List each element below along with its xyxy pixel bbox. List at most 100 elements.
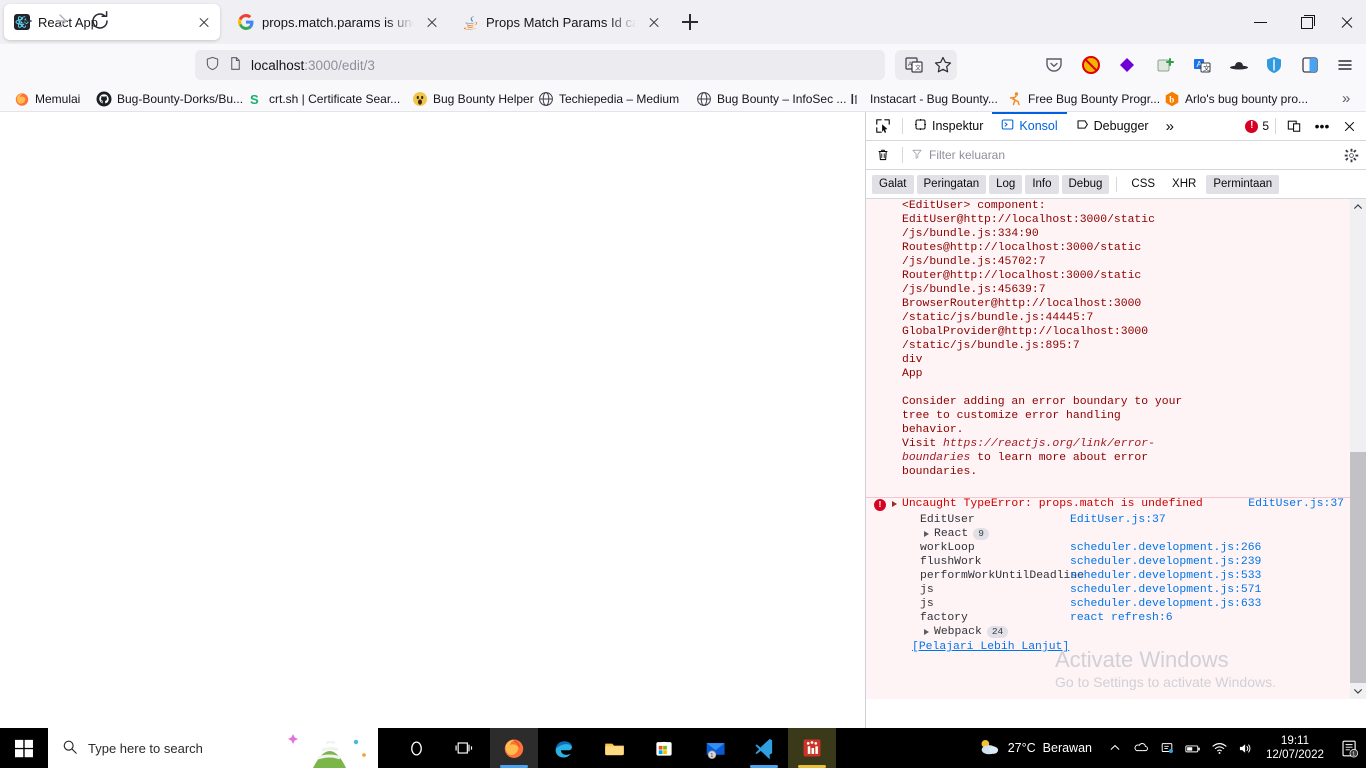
volume-icon[interactable] (1232, 728, 1258, 768)
file-explorer-icon[interactable] (590, 728, 638, 768)
bookmark-item-crtsh[interactable]: S crt.sh | Certificate Sear... (244, 87, 404, 111)
vscode-icon[interactable] (740, 728, 788, 768)
bookmark-item-techiepedia[interactable]: Techiepedia – Medium (534, 87, 683, 111)
browser-tab-props-match-params[interactable]: props.match.params is undefined (228, 4, 448, 40)
bookmark-item-free-bug-bounty[interactable]: Free Bug Bounty Progr... (1003, 87, 1164, 111)
bookmark-item-bug-bounty-dorks[interactable]: Bug-Bounty-Dorks/Bu... (92, 87, 247, 111)
element-picker-icon[interactable] (866, 112, 900, 140)
stack-group-react[interactable]: React 9 (920, 527, 1350, 541)
close-icon[interactable] (194, 12, 214, 32)
error-boundaries-link-cont[interactable]: boundaries (902, 452, 970, 464)
expand-triangle-icon[interactable] (892, 501, 897, 507)
mail-icon[interactable]: 1 (692, 728, 740, 768)
filter-css[interactable]: CSS (1124, 175, 1162, 194)
filter-galat[interactable]: Galat (872, 174, 914, 194)
translate-ext-icon[interactable]: A文 (1187, 50, 1217, 80)
purple-diamond-icon[interactable] (1112, 50, 1142, 80)
bookmark-item-bug-bounty-infosec[interactable]: Bug Bounty – InfoSec ... (692, 87, 850, 111)
stack-location[interactable]: scheduler.development.js:239 (1070, 555, 1261, 569)
stack-location[interactable]: react refresh:6 (1070, 611, 1173, 625)
bookmark-item-arlos-bug-bounty[interactable]: b Arlo's bug bounty pro... (1160, 87, 1312, 111)
task-view-icon[interactable] (440, 728, 488, 768)
stack-frame[interactable]: EditUser EditUser.js:37 (920, 513, 1350, 527)
filter-info[interactable]: Info (1025, 174, 1059, 194)
learn-more-link[interactable]: [Pelajari Lebih Lanjut] (866, 641, 1350, 653)
microsoft-store-icon[interactable] (640, 728, 688, 768)
adblock-icon[interactable] (1076, 50, 1106, 80)
chevron-up-icon[interactable] (1102, 728, 1128, 768)
bookmark-item-memulai[interactable]: Memulai (10, 87, 84, 111)
stack-frame[interactable]: workLoop scheduler.development.js:266 (920, 541, 1350, 555)
firefox-icon[interactable] (490, 728, 538, 768)
filter-debug[interactable]: Debug (1061, 174, 1110, 194)
clear-console-icon[interactable] (866, 141, 900, 169)
browser-tab-props-match-params-id[interactable]: Props Match Params Id can't be (452, 4, 670, 40)
close-icon[interactable] (644, 12, 664, 32)
responsive-design-mode-icon[interactable] (1282, 119, 1306, 133)
close-devtools-icon[interactable] (1338, 120, 1360, 133)
zenmate-shield-icon[interactable] (1259, 50, 1289, 80)
stack-frame[interactable]: js scheduler.development.js:571 (920, 583, 1350, 597)
wappalyzer-icon[interactable] (1150, 50, 1180, 80)
windows-start-icon[interactable] (0, 728, 48, 768)
scrollbar-thumb[interactable] (1350, 452, 1366, 683)
stack-location[interactable]: scheduler.development.js:266 (1070, 541, 1261, 555)
container-tabs-icon[interactable] (1295, 50, 1325, 80)
translate-icon[interactable]: A文 (899, 50, 929, 80)
battery-icon[interactable] (1180, 728, 1206, 768)
filter-xhr[interactable]: XHR (1165, 175, 1203, 194)
stack-frame[interactable]: performWorkUntilDeadline scheduler.devel… (920, 569, 1350, 583)
console-warning-message[interactable]: <EditUser> component: EditUser@http://lo… (866, 199, 1350, 498)
scroll-down-arrow-icon[interactable] (1350, 683, 1366, 699)
filter-log[interactable]: Log (989, 174, 1023, 194)
search-input[interactable]: Filter keluaran (905, 145, 1336, 165)
error-count-badge[interactable]: ! 5 (1245, 119, 1269, 133)
more-tools-chevron-icon[interactable]: » (1158, 118, 1182, 135)
stack-location[interactable]: EditUser.js:37 (1070, 513, 1166, 527)
bookmark-item-instacart[interactable]: Instacart - Bug Bounty... (845, 87, 1002, 111)
close-icon[interactable] (422, 12, 442, 32)
forward-button[interactable] (48, 6, 78, 36)
window-close-button[interactable] (1330, 6, 1366, 38)
error-source-link[interactable]: EditUser.js:37 (1248, 498, 1344, 510)
hamburger-menu-icon[interactable] (1330, 50, 1360, 80)
edge-icon[interactable] (540, 728, 588, 768)
pocket-icon[interactable] (1039, 50, 1069, 80)
dots-menu-icon[interactable]: ••• (1310, 119, 1334, 133)
window-maximize-button[interactable] (1284, 6, 1330, 38)
tab-konsol[interactable]: Konsol (992, 112, 1066, 140)
bookmark-star-icon[interactable] (928, 50, 958, 80)
stack-frame[interactable]: factory react refresh:6 (920, 611, 1350, 625)
console-scrollbar[interactable] (1350, 199, 1366, 699)
console-output[interactable]: <EditUser> component: EditUser@http://lo… (866, 199, 1366, 699)
stack-location[interactable]: scheduler.development.js:633 (1070, 597, 1261, 611)
stack-location[interactable]: scheduler.development.js:533 (1070, 569, 1261, 583)
cortana-icon[interactable] (392, 728, 440, 768)
bookmark-item-bug-bounty-helper[interactable]: Bug Bounty Helper (408, 87, 538, 111)
tab-debugger[interactable]: Debugger (1067, 112, 1158, 140)
error-boundaries-link[interactable]: https://reactjs.org/link/error- (943, 438, 1155, 450)
stack-frame[interactable]: js scheduler.development.js:633 (920, 597, 1350, 611)
xampp-icon[interactable] (788, 728, 836, 768)
console-settings-gear-icon[interactable] (1336, 141, 1366, 169)
console-error-message[interactable]: ! Uncaught TypeError: props.match is und… (866, 498, 1350, 699)
scroll-up-arrow-icon[interactable] (1350, 199, 1366, 215)
window-minimize-button[interactable] (1238, 6, 1284, 38)
bookmarks-overflow-chevron-icon[interactable]: » (1342, 90, 1360, 108)
error-header[interactable]: ! Uncaught TypeError: props.match is und… (866, 498, 1350, 513)
filter-permintaan[interactable]: Permintaan (1206, 174, 1280, 194)
page-info-icon[interactable] (228, 56, 243, 74)
stack-location[interactable]: scheduler.development.js:571 (1070, 583, 1261, 597)
back-button[interactable] (10, 6, 40, 36)
shield-icon[interactable] (205, 56, 220, 74)
wifi-icon[interactable] (1206, 728, 1232, 768)
filter-peringatan[interactable]: Peringatan (916, 174, 987, 194)
stack-frame[interactable]: flushWork scheduler.development.js:239 (920, 555, 1350, 569)
action-center-icon[interactable]: 1 (1332, 728, 1366, 768)
new-tab-button[interactable] (678, 10, 702, 34)
stack-group-webpack[interactable]: Webpack 24 (920, 625, 1350, 639)
weather-widget[interactable]: 27°C Berawan (977, 737, 1102, 760)
tab-inspektur[interactable]: Inspektur (905, 112, 992, 140)
reload-button[interactable] (85, 6, 115, 36)
taskbar-clock[interactable]: 19:11 12/07/2022 (1258, 734, 1332, 762)
